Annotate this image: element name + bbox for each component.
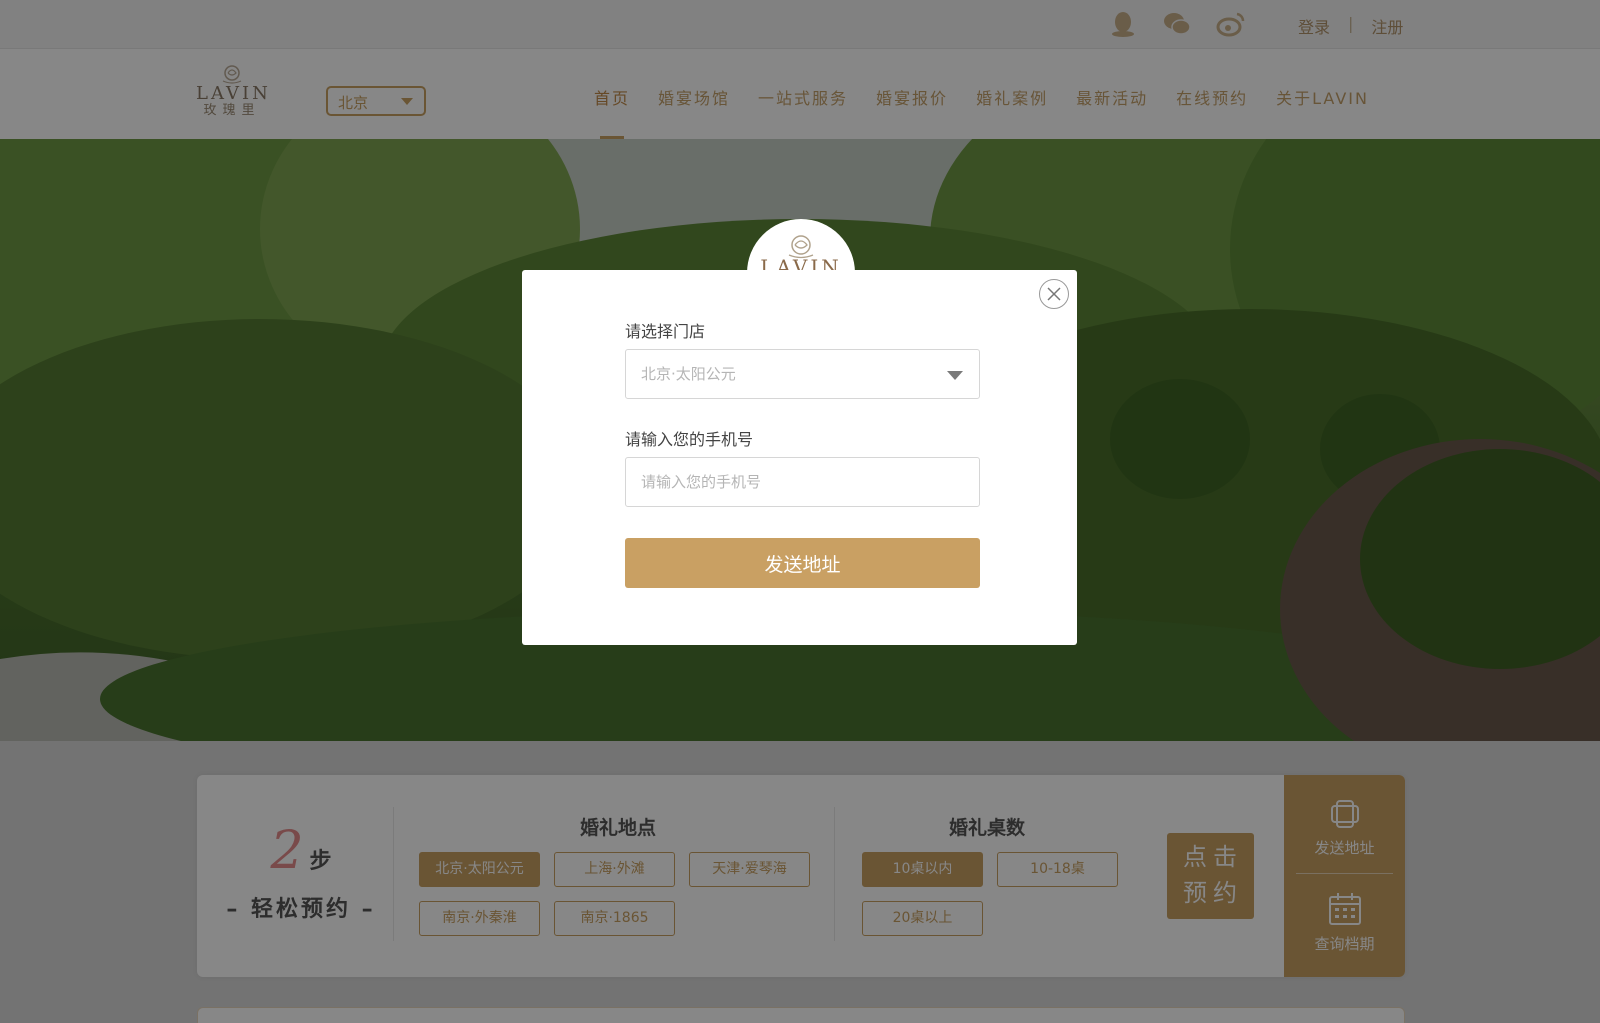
store-select[interactable]: 北京·太阳公元 (625, 349, 980, 399)
close-button[interactable] (1039, 279, 1069, 309)
close-icon (1047, 287, 1061, 301)
send-address-dialog: 请选择门店 北京·太阳公元 请输入您的手机号 发送地址 (522, 270, 1077, 645)
store-select-value: 北京·太阳公元 (641, 365, 736, 383)
store-label: 请选择门店 (625, 322, 706, 341)
chevron-down-icon (947, 371, 963, 380)
send-address-button[interactable]: 发送地址 (625, 538, 980, 588)
phone-input[interactable] (625, 457, 980, 507)
phone-label: 请输入您的手机号 (625, 430, 754, 449)
